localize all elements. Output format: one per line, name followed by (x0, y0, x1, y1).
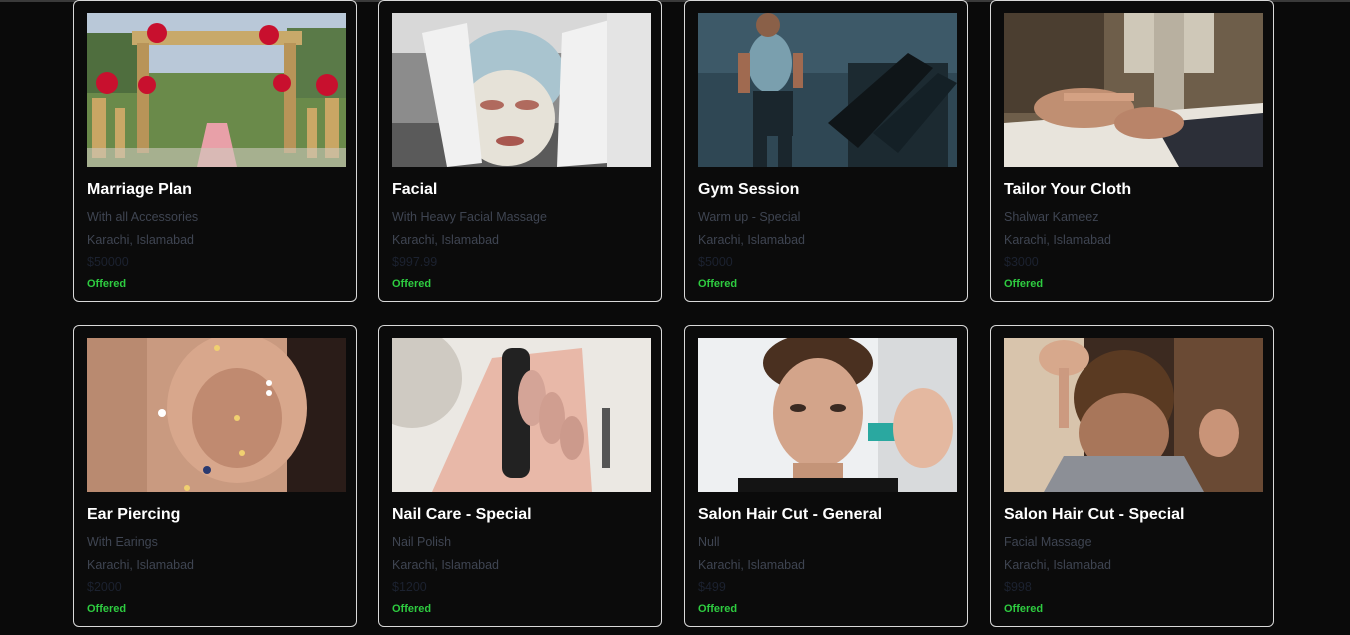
card-title: Tailor Your Cloth (1004, 181, 1132, 198)
card-price: $2000 (87, 580, 122, 594)
card-price: $50000 (87, 255, 129, 269)
service-card[interactable]: Ear Piercing With Earings Karachi, Islam… (73, 325, 357, 627)
status-badge: Offered (698, 278, 738, 290)
status-badge: Offered (1004, 278, 1044, 290)
card-location: Karachi, Islamabad (87, 233, 195, 247)
card-location: Karachi, Islamabad (392, 558, 500, 572)
card-location: Karachi, Islamabad (698, 558, 806, 572)
status-badge: Offered (87, 278, 127, 290)
card-description: Null (698, 535, 720, 549)
card-description: With all Accessories (87, 210, 199, 224)
card-price: $997.99 (392, 255, 438, 269)
service-card[interactable]: Gym Session Warm up - Special Karachi, I… (684, 0, 968, 302)
service-card[interactable]: Salon Hair Cut - General Null Karachi, I… (684, 325, 968, 627)
card-description: Nail Polish (392, 535, 452, 549)
hair-cut-special-photo (1004, 338, 1263, 492)
service-card[interactable]: Facial With Heavy Facial Massage Karachi… (378, 0, 662, 302)
card-description: Facial Massage (1004, 535, 1092, 549)
ear-piercing-photo (87, 338, 346, 492)
card-title: Salon Hair Cut - General (698, 506, 883, 523)
facial-mask-photo (392, 13, 651, 167)
card-location: Karachi, Islamabad (87, 558, 195, 572)
card-title: Marriage Plan (87, 181, 192, 198)
card-price: $499 (698, 580, 726, 594)
treadmill-photo (698, 13, 957, 167)
nail-polish-photo (392, 338, 651, 492)
service-card-grid: Marriage Plan With all Accessories Karac… (73, 0, 1277, 635)
status-badge: Offered (392, 603, 432, 615)
card-description: Shalwar Kameez (1004, 210, 1099, 224)
service-card[interactable]: Nail Care - Special Nail Polish Karachi,… (378, 325, 662, 627)
service-card[interactable]: Salon Hair Cut - Special Facial Massage … (990, 325, 1274, 627)
card-description: With Heavy Facial Massage (392, 210, 547, 224)
card-price: $3000 (1004, 255, 1039, 269)
card-location: Karachi, Islamabad (1004, 233, 1112, 247)
status-badge: Offered (1004, 603, 1044, 615)
wedding-stage-photo (87, 13, 346, 167)
card-description: Warm up - Special (698, 210, 801, 224)
card-title: Ear Piercing (87, 506, 181, 523)
card-title: Gym Session (698, 181, 800, 198)
card-location: Karachi, Islamabad (1004, 558, 1112, 572)
card-location: Karachi, Islamabad (698, 233, 806, 247)
service-card[interactable]: Tailor Your Cloth Shalwar Kameez Karachi… (990, 0, 1274, 302)
card-location: Karachi, Islamabad (392, 233, 500, 247)
status-badge: Offered (392, 278, 432, 290)
card-title: Nail Care - Special (392, 506, 532, 523)
status-badge: Offered (698, 603, 738, 615)
card-description: With Earings (87, 535, 158, 549)
card-title: Facial (392, 181, 438, 198)
hair-cut-general-photo (698, 338, 957, 492)
card-title: Salon Hair Cut - Special (1004, 506, 1185, 523)
service-card[interactable]: Marriage Plan With all Accessories Karac… (73, 0, 357, 302)
card-price: $998 (1004, 580, 1032, 594)
card-price: $1200 (392, 580, 427, 594)
sewing-machine-photo (1004, 13, 1263, 167)
card-price: $5000 (698, 255, 733, 269)
status-badge: Offered (87, 603, 127, 615)
